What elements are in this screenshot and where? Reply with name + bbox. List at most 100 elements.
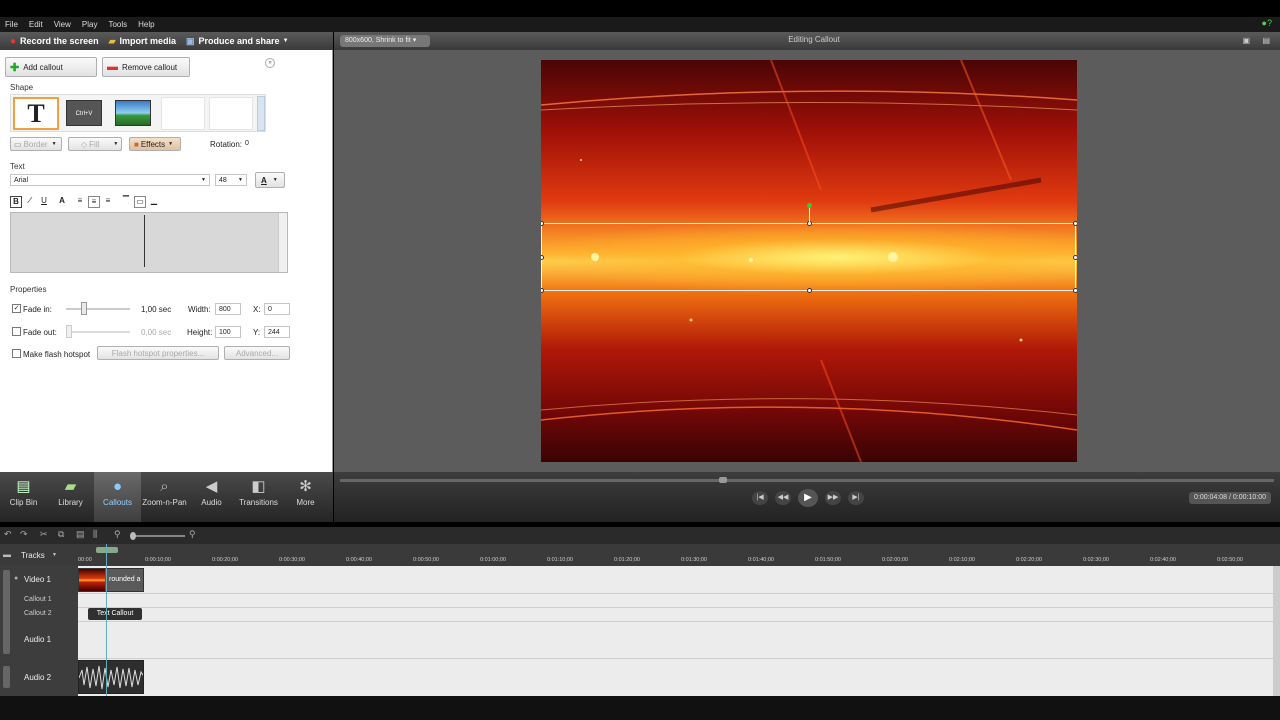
add-callout-button[interactable]: ✚ Add callout xyxy=(5,57,97,77)
menu-file[interactable]: File xyxy=(5,20,18,29)
italic-button[interactable]: ⁄ xyxy=(24,196,36,208)
copy-icon[interactable]: ⧉ xyxy=(58,529,64,540)
fade-in-slider-thumb[interactable] xyxy=(80,302,87,315)
tracks-dropdown[interactable]: Tracks xyxy=(21,551,45,560)
canvas-size-select[interactable]: 800x600, Shrink to fit ▾ xyxy=(340,35,430,47)
resize-handle-ml[interactable] xyxy=(541,255,544,260)
fade-out-slider-thumb[interactable] xyxy=(66,325,72,338)
shape-empty-2[interactable] xyxy=(209,97,253,130)
valign-top-icon[interactable]: ▔ xyxy=(120,196,132,208)
resize-handle-bc[interactable] xyxy=(807,288,812,293)
shape-keystroke[interactable]: Ctrl+V xyxy=(66,100,102,126)
timeline-scrollbar[interactable] xyxy=(1273,566,1280,696)
fade-out-slider[interactable] xyxy=(66,325,130,338)
shape-scrollbar[interactable] xyxy=(257,96,265,131)
zoom-slider-thumb[interactable] xyxy=(130,532,136,540)
paste-icon[interactable]: ▤ xyxy=(76,529,85,540)
detach-icon[interactable]: ▤ xyxy=(1262,36,1270,45)
shape-image[interactable] xyxy=(115,100,151,126)
effects-dropdown[interactable]: ■ Effects ▼ xyxy=(129,137,181,151)
align-left-icon[interactable]: ≡ xyxy=(74,196,86,208)
menu-help[interactable]: Help xyxy=(138,20,154,29)
collapse-icon[interactable]: » xyxy=(265,58,275,68)
zoom-in-icon[interactable]: ⚲ xyxy=(189,529,196,540)
advanced-button[interactable]: Advanced... xyxy=(224,346,290,360)
tab-zoom-n-pan[interactable]: ⌕ Zoom-n-Pan xyxy=(141,472,188,522)
remove-callout-button[interactable]: ▬ Remove callout xyxy=(102,57,190,77)
menu-tools[interactable]: Tools xyxy=(108,20,127,29)
menu-view[interactable]: View xyxy=(54,20,71,29)
split-icon[interactable]: ⫼ xyxy=(93,529,97,540)
font-size-select[interactable]: 48 ▼ xyxy=(215,174,247,186)
valign-bottom-icon[interactable]: ▁ xyxy=(148,196,160,208)
fade-out-checkbox[interactable] xyxy=(12,327,21,336)
flash-hotspot-properties-button[interactable]: Flash hotspot properties... xyxy=(97,346,219,360)
rotation-field[interactable]: 0 xyxy=(242,138,266,150)
border-dropdown[interactable]: ▭ Border ▼ xyxy=(10,137,62,151)
zoom-slider[interactable] xyxy=(130,532,185,540)
track-video-1[interactable]: Video 1 xyxy=(24,575,51,584)
play-icon[interactable]: ▶ xyxy=(798,489,818,507)
track-audio-1[interactable]: Audio 1 xyxy=(24,635,51,644)
flash-hotspot-checkbox[interactable] xyxy=(12,349,21,358)
callout-selection-box[interactable] xyxy=(541,203,1077,293)
valign-middle-icon[interactable]: ▭ xyxy=(134,196,146,208)
seek-thumb[interactable] xyxy=(718,477,727,483)
undo-icon[interactable]: ↶ xyxy=(4,529,12,540)
track-collapse-bar-audio[interactable] xyxy=(3,666,10,688)
seek-bar[interactable] xyxy=(340,477,1274,483)
tab-callouts[interactable]: ● Callouts xyxy=(94,472,141,522)
rewind-icon[interactable]: ◀◀ xyxy=(775,491,791,505)
tab-clip-bin[interactable]: ▤ Clip Bin xyxy=(0,472,47,522)
resize-handle-tl[interactable] xyxy=(541,221,544,226)
fade-in-slider[interactable] xyxy=(66,302,130,315)
track-callout-1[interactable]: Callout 1 xyxy=(24,596,52,603)
video-clip[interactable]: rounded a xyxy=(78,568,144,592)
zoom-out-icon[interactable]: ⚲ xyxy=(114,529,121,540)
underline-button[interactable]: U xyxy=(38,196,50,208)
resize-handle-mr[interactable] xyxy=(1073,255,1077,260)
menu-play[interactable]: Play xyxy=(82,20,98,29)
font-color-button[interactable]: A ▼ xyxy=(255,172,285,188)
callout-text-area[interactable] xyxy=(10,212,288,273)
shape-text-only[interactable]: T xyxy=(13,97,59,130)
width-field[interactable]: 800 xyxy=(215,303,241,315)
record-button[interactable]: ● Record the screen xyxy=(10,36,99,47)
align-center-icon[interactable]: ≡ xyxy=(88,196,100,208)
cut-icon[interactable]: ✂ xyxy=(40,529,48,540)
rotate-handle[interactable] xyxy=(807,203,812,208)
fast-forward-icon[interactable]: ▶▶ xyxy=(825,491,841,505)
import-media-button[interactable]: ▰ Import media xyxy=(109,36,176,47)
resize-handle-br[interactable] xyxy=(1073,288,1077,293)
tab-more[interactable]: ✻ More xyxy=(282,472,329,522)
fill-dropdown[interactable]: ◇ Fill ▼ xyxy=(68,137,122,151)
callout-clip[interactable]: Text Callout xyxy=(88,608,142,620)
tab-audio[interactable]: ◀ Audio xyxy=(188,472,235,522)
x-field[interactable]: 0 xyxy=(264,303,290,315)
y-field[interactable]: 244 xyxy=(264,326,290,338)
shape-empty-1[interactable] xyxy=(161,97,205,130)
video-canvas[interactable] xyxy=(541,60,1077,462)
fit-icon[interactable]: ▣ xyxy=(1242,36,1250,45)
tab-transitions[interactable]: ◧ Transitions xyxy=(235,472,282,522)
bold-button[interactable]: B xyxy=(10,196,22,208)
track-callout-2[interactable]: Callout 2 xyxy=(24,610,52,617)
resize-handle-tr[interactable] xyxy=(1073,221,1077,226)
menu-edit[interactable]: Edit xyxy=(29,20,43,29)
produce-share-button[interactable]: ▣ Produce and share ▼ xyxy=(186,36,289,47)
tab-library[interactable]: ▰ Library xyxy=(47,472,94,522)
track-audio-2[interactable]: Audio 2 xyxy=(24,673,51,682)
text-scrollbar[interactable] xyxy=(278,213,287,272)
font-select[interactable]: Arial ▼ xyxy=(10,174,210,186)
redo-icon[interactable]: ↷ xyxy=(20,529,28,540)
audio-clip[interactable] xyxy=(78,660,144,694)
skip-back-icon[interactable]: |◀ xyxy=(752,491,768,505)
skip-forward-icon[interactable]: ▶| xyxy=(848,491,864,505)
height-field[interactable]: 100 xyxy=(215,326,241,338)
align-right-icon[interactable]: ≡ xyxy=(102,196,114,208)
playhead-marker[interactable] xyxy=(96,547,118,553)
font-color-a-button[interactable]: A xyxy=(56,196,68,208)
fade-in-checkbox[interactable]: ✓ xyxy=(12,304,21,313)
track-collapse-bar[interactable] xyxy=(3,570,10,654)
help-icon[interactable]: ●? xyxy=(1262,18,1272,28)
